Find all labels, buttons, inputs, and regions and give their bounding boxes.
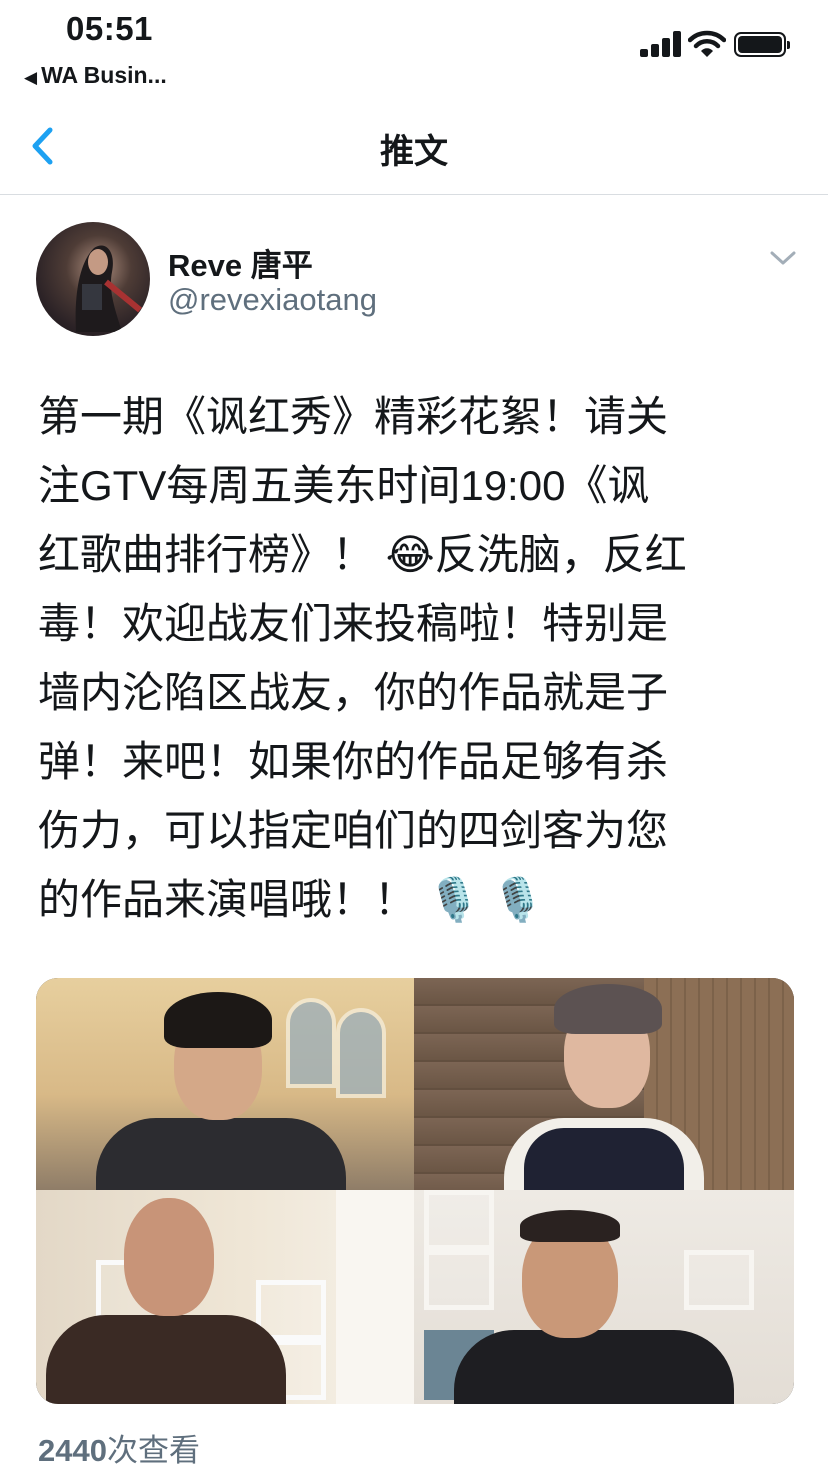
- back-triangle-icon: ◀: [24, 68, 38, 87]
- status-time: 05:51: [66, 10, 153, 47]
- tweet-text-line: 墙内沦陷区战友，你的作品就是子: [38, 669, 669, 716]
- video-tile-top-left: [36, 978, 414, 1190]
- tweet-text-line: 的作品来演唱哦！！ 🎙️ 🎙️: [38, 876, 544, 923]
- back-to-app-link[interactable]: ◀ WA Busin...: [24, 62, 167, 89]
- author-name-latin: Reve: [168, 248, 243, 283]
- avatar[interactable]: [36, 222, 150, 336]
- author-display-name[interactable]: Reve 唐平: [168, 240, 313, 285]
- view-count: 2440次查看: [38, 1425, 200, 1470]
- tweet-text: 第一期《讽红秀》精彩花絮！请关 注GTV每周五美东时间19:00《讽 红歌曲排行…: [38, 382, 790, 934]
- wifi-icon: [688, 30, 726, 57]
- video-tile-bottom-left: [36, 1190, 414, 1404]
- status-bar: 05:51 ◀ WA Busin...: [0, 0, 828, 100]
- tweet-text-line: 注GTV每周五美东时间19:00《讽: [38, 462, 650, 509]
- tweet-video[interactable]: [36, 978, 794, 1404]
- page-title: 推文: [380, 133, 448, 171]
- chevron-down-icon[interactable]: [768, 246, 798, 270]
- view-count-number: 2440: [38, 1433, 107, 1468]
- tweet-text-line: 红歌曲排行榜》！ 😂反洗脑，反红: [38, 531, 687, 578]
- tweet-text-line: 伤力，可以指定咱们的四剑客为您: [38, 807, 669, 854]
- tweet-text-line: 第一期《讽红秀》精彩花絮！请关: [38, 393, 669, 440]
- cellular-signal-icon: [640, 31, 682, 57]
- video-tile-top-right: [414, 978, 794, 1190]
- tweet-text-line: 毒！欢迎战友们来投稿啦！特别是: [38, 600, 669, 647]
- view-count-label: 次查看: [106, 1433, 200, 1468]
- back-app-label: WA Busin...: [41, 62, 167, 88]
- video-tile-bottom-right: [414, 1190, 794, 1404]
- author-name-cjk: 唐平: [250, 248, 313, 283]
- nav-header: 推文: [0, 100, 828, 195]
- author-handle[interactable]: @revexiaotang: [168, 282, 377, 318]
- tweet-text-line: 弹！来吧！如果你的作品足够有杀: [38, 738, 669, 785]
- battery-icon: [734, 32, 790, 57]
